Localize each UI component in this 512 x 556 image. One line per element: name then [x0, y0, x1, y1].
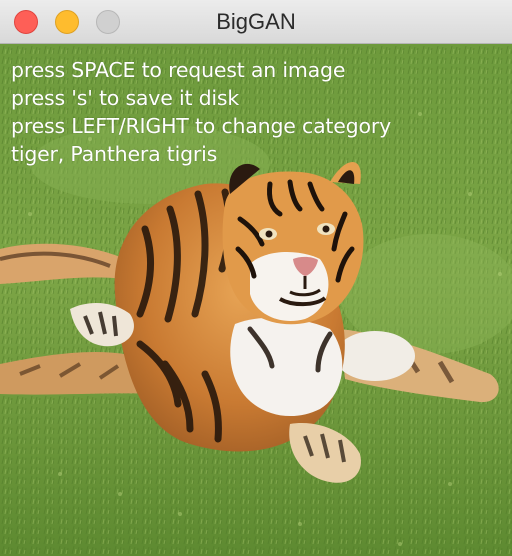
generated-image-canvas[interactable]: press SPACE to request an image press 's… [0, 44, 512, 556]
instruction-space: press SPACE to request an image [11, 58, 346, 82]
category-label: tiger, Panthera tigris [11, 142, 218, 166]
instructions-overlay: press SPACE to request an image press 's… [11, 56, 391, 168]
title-bar[interactable]: BigGAN [0, 0, 512, 44]
instruction-change-category: press LEFT/RIGHT to change category [11, 114, 391, 138]
app-window: BigGAN press SPACE to request an image p… [0, 0, 512, 556]
instruction-save: press 's' to save it disk [11, 86, 240, 110]
window-title: BigGAN [216, 9, 296, 34]
